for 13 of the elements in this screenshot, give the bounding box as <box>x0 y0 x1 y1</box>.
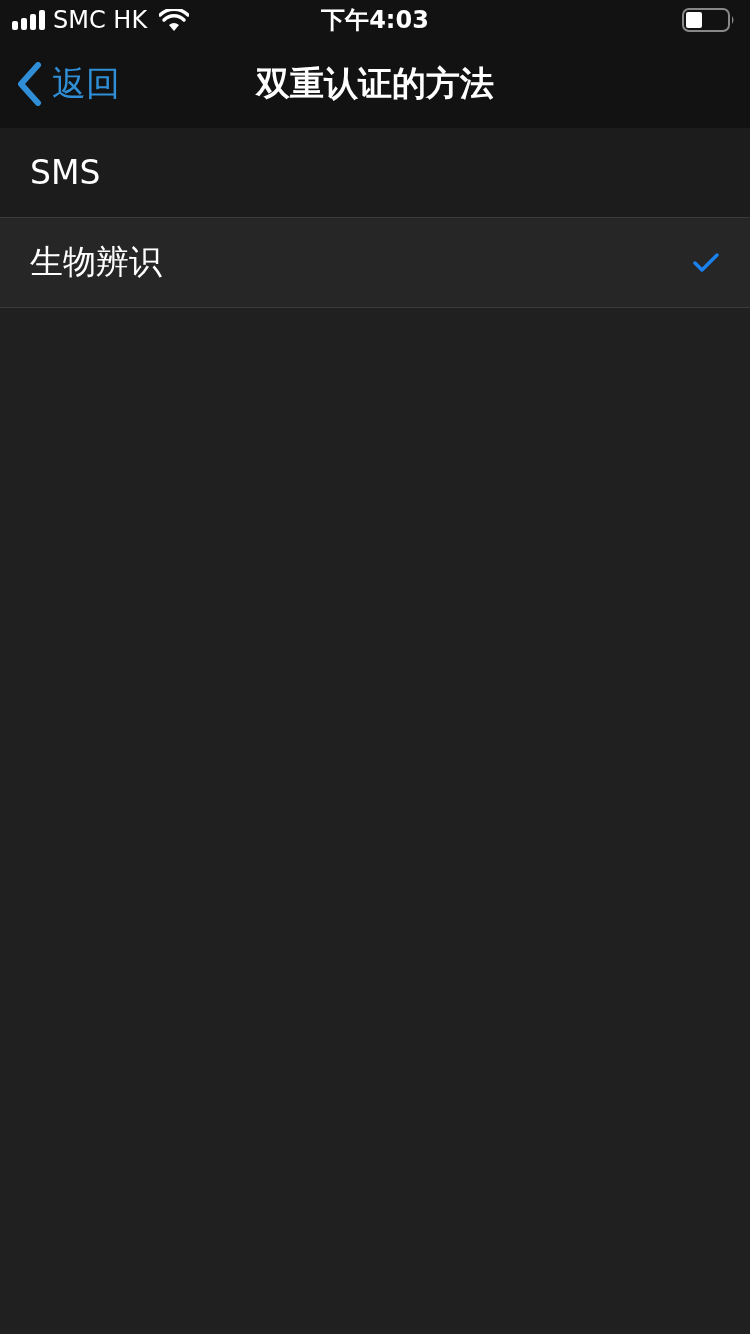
carrier-name: SMC HK <box>53 6 148 34</box>
screen-title: 双重认证的方法 <box>256 62 494 105</box>
back-button[interactable]: 返回 <box>0 61 120 107</box>
clock-time: 下午4:03 <box>321 5 429 36</box>
checkmark-icon <box>692 251 720 274</box>
option-row[interactable]: 生物辨识 <box>0 218 750 308</box>
option-label: 生物辨识 <box>30 241 162 283</box>
option-label: SMS <box>30 153 101 192</box>
wifi-icon <box>159 9 190 31</box>
option-row[interactable]: SMS <box>0 128 750 218</box>
signal-icon <box>12 10 45 30</box>
chevron-left-icon <box>16 62 42 106</box>
battery-icon <box>682 8 736 32</box>
